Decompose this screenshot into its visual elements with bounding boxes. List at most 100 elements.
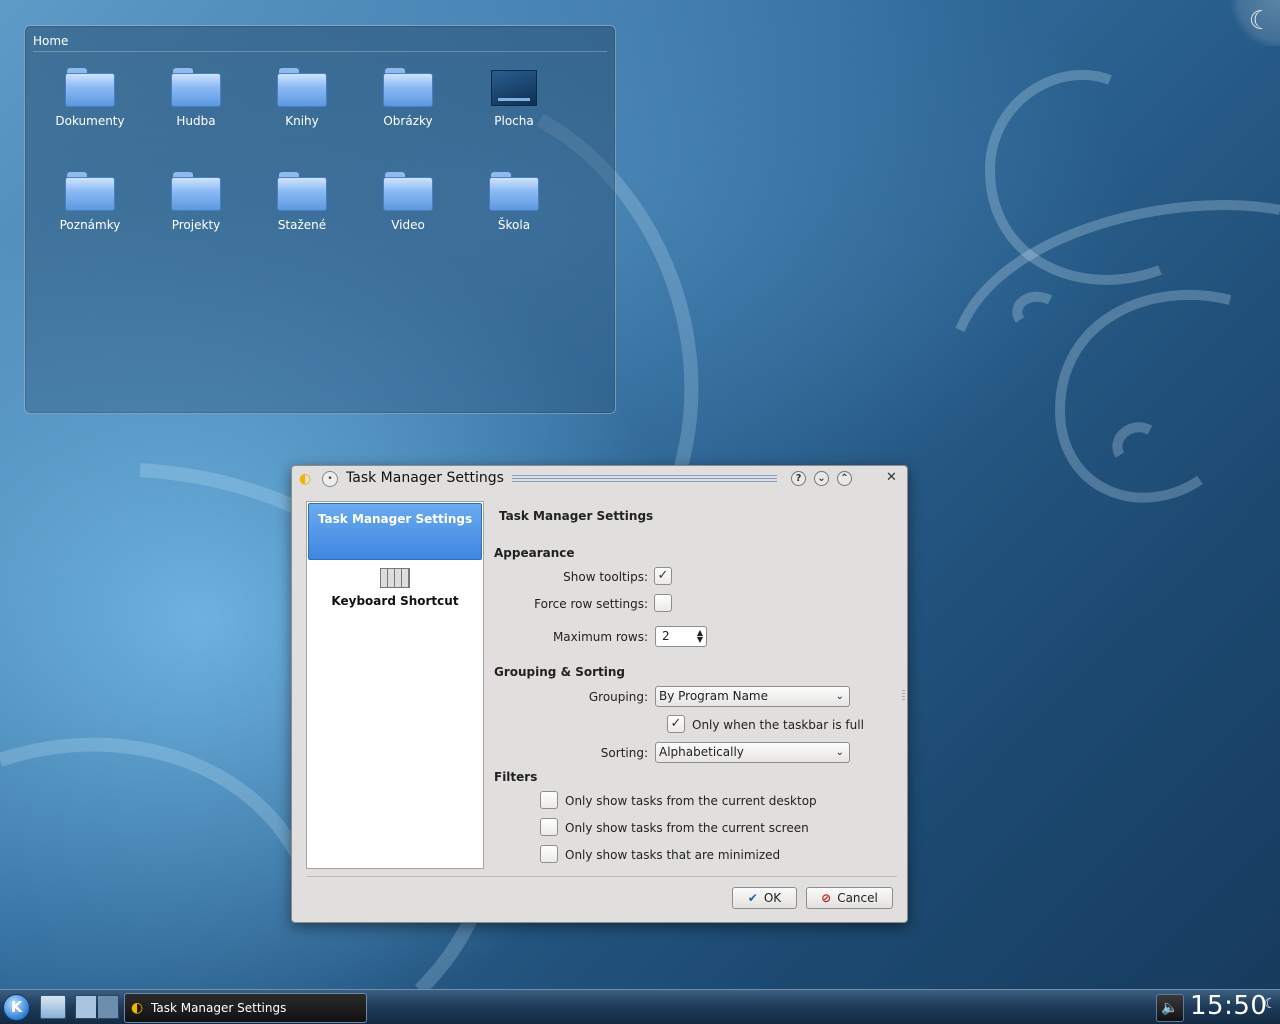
folder-label: Hudba: [176, 114, 216, 128]
force-row-label: Force row settings:: [534, 597, 648, 611]
folder-view-widget: Home Dokumenty Hudba Knihy Obrázky Ploch…: [24, 25, 616, 414]
folder-item[interactable]: Knihy: [252, 68, 352, 128]
folder-label: Škola: [497, 218, 531, 232]
filter-current-screen-label: Only show tasks from the current screen: [565, 821, 809, 835]
ok-label: OK: [763, 891, 782, 905]
show-tooltips-checkbox[interactable]: ✓: [654, 567, 672, 585]
sidebar-item-task-manager-settings[interactable]: Task Manager Settings: [308, 503, 482, 560]
folder-label: Obrázky: [383, 114, 433, 128]
folder-label: Stažené: [277, 218, 327, 232]
grouping-label: Grouping:: [588, 690, 648, 704]
help-button[interactable]: ?: [791, 471, 806, 486]
max-rows-label: Maximum rows:: [552, 630, 648, 644]
folder-icon: [277, 68, 327, 108]
splitter-handle[interactable]: [902, 690, 905, 700]
menu-icon[interactable]: •: [322, 471, 338, 487]
folder-label: Video: [391, 218, 425, 232]
checkmark-icon: ✔: [747, 891, 758, 905]
folder-item[interactable]: Dokumenty: [40, 68, 140, 128]
clock[interactable]: 15:50: [1190, 991, 1267, 1021]
filter-current-desktop-checkbox[interactable]: [540, 791, 558, 809]
maximize-button[interactable]: ⌃: [837, 471, 852, 486]
application-launcher-icon[interactable]: K: [3, 994, 30, 1021]
settings-content: Task Manager Settings Appearance Show to…: [492, 501, 897, 871]
sidebar-item-keyboard-shortcut[interactable]: Keyboard Shortcut: [308, 564, 482, 624]
sidebar-item-label: Task Manager Settings: [317, 512, 473, 526]
folder-icon: [383, 172, 433, 212]
folder-label: Projekty: [171, 218, 221, 232]
folder-icon: [277, 172, 327, 212]
dialog-title: Task Manager Settings: [346, 470, 504, 486]
filters-heading: Filters: [494, 770, 538, 784]
grouping-select[interactable]: By Program Name ⌄: [655, 686, 850, 707]
appearance-heading: Appearance: [494, 546, 575, 560]
max-rows-spinbox[interactable]: 2 ▲ ▼: [655, 626, 707, 647]
minimize-button[interactable]: ⌄: [814, 471, 829, 486]
divider: [306, 876, 897, 877]
folder-label: Knihy: [285, 114, 319, 128]
ok-button[interactable]: ✔ OK: [732, 887, 797, 909]
sorting-select[interactable]: Alphabetically ⌄: [655, 742, 850, 763]
filter-minimized-label: Only show tasks that are minimized: [565, 848, 781, 862]
folder-item[interactable]: Video: [358, 172, 458, 232]
only-when-full-label: Only when the taskbar is full: [692, 718, 864, 732]
volume-icon[interactable]: 🔈: [1156, 994, 1184, 1022]
show-desktop-icon[interactable]: [40, 995, 66, 1019]
taskbar-panel: K ◐ Task Manager Settings 🔈 15:50 ☾: [0, 989, 1280, 1024]
close-button[interactable]: ✕: [884, 471, 899, 486]
filter-current-desktop-label: Only show tasks from the current desktop: [565, 794, 817, 808]
spin-arrows-icon[interactable]: ▲ ▼: [697, 629, 703, 644]
only-when-full-checkbox[interactable]: ✓: [667, 715, 685, 733]
checkmark-icon: ✓: [670, 716, 682, 731]
folder-label: Poznámky: [59, 218, 121, 232]
keyboard-icon: [380, 568, 410, 588]
folder-item[interactable]: Obrázky: [358, 68, 458, 128]
desktop-icon: [491, 70, 537, 106]
sorting-value: Alphabetically: [659, 745, 744, 759]
settings-page-list: Task Manager Settings Keyboard Shortcut: [306, 501, 484, 869]
page-title: Task Manager Settings: [499, 509, 654, 523]
task-manager-settings-dialog: ◐ • Task Manager Settings ? ⌄ ⌃ ✕ Task M…: [291, 465, 908, 923]
dialog-titlebar[interactable]: ◐ • Task Manager Settings ? ⌄ ⌃ ✕: [292, 466, 907, 492]
cancel-label: Cancel: [837, 891, 878, 905]
folder-item[interactable]: Poznámky: [40, 172, 140, 232]
grouping-heading: Grouping & Sorting: [494, 665, 625, 679]
folder-item[interactable]: Plocha: [464, 68, 564, 128]
folder-icon: [65, 68, 115, 108]
folder-label: Dokumenty: [55, 114, 125, 128]
folder-view-title: Home: [33, 34, 69, 48]
pager-icon[interactable]: [75, 995, 119, 1019]
folder-item[interactable]: Hudba: [146, 68, 246, 128]
titlebar-decoration: [512, 475, 777, 482]
folder-item[interactable]: Škola: [464, 172, 564, 232]
task-label: Task Manager Settings: [151, 1001, 287, 1015]
folder-icon: [171, 68, 221, 108]
panel-toolbox-icon[interactable]: ☾: [1264, 996, 1278, 1018]
cancel-button[interactable]: ⊘ Cancel: [806, 887, 893, 909]
sidebar-item-label: Keyboard Shortcut: [331, 594, 459, 608]
folder-icon: [383, 68, 433, 108]
folder-icon: [489, 172, 539, 212]
checkmark-icon: ✓: [657, 568, 669, 583]
app-icon: ◐: [131, 1000, 144, 1016]
folder-item[interactable]: Projekty: [146, 172, 246, 232]
desktop-toolbox[interactable]: ☾: [1228, 0, 1280, 46]
folder-icon: [65, 172, 115, 212]
folder-label: Plocha: [494, 114, 534, 128]
show-tooltips-label: Show tooltips:: [563, 570, 648, 584]
app-icon[interactable]: ◐: [299, 471, 315, 487]
folder-item[interactable]: Stažené: [252, 172, 352, 232]
folder-icon: [171, 172, 221, 212]
chevron-down-icon: ⌄: [835, 691, 844, 702]
divider: [33, 51, 607, 52]
cashew-icon: ☾: [1248, 6, 1272, 36]
cancel-icon: ⊘: [821, 891, 832, 905]
filter-current-screen-checkbox[interactable]: [540, 818, 558, 836]
max-rows-value: 2: [662, 629, 670, 643]
force-row-checkbox[interactable]: [654, 594, 672, 612]
chevron-down-icon: ⌄: [835, 747, 844, 758]
filter-minimized-checkbox[interactable]: [540, 845, 558, 863]
sorting-label: Sorting:: [600, 746, 648, 760]
task-button[interactable]: ◐ Task Manager Settings: [124, 993, 367, 1023]
grouping-value: By Program Name: [659, 689, 768, 703]
